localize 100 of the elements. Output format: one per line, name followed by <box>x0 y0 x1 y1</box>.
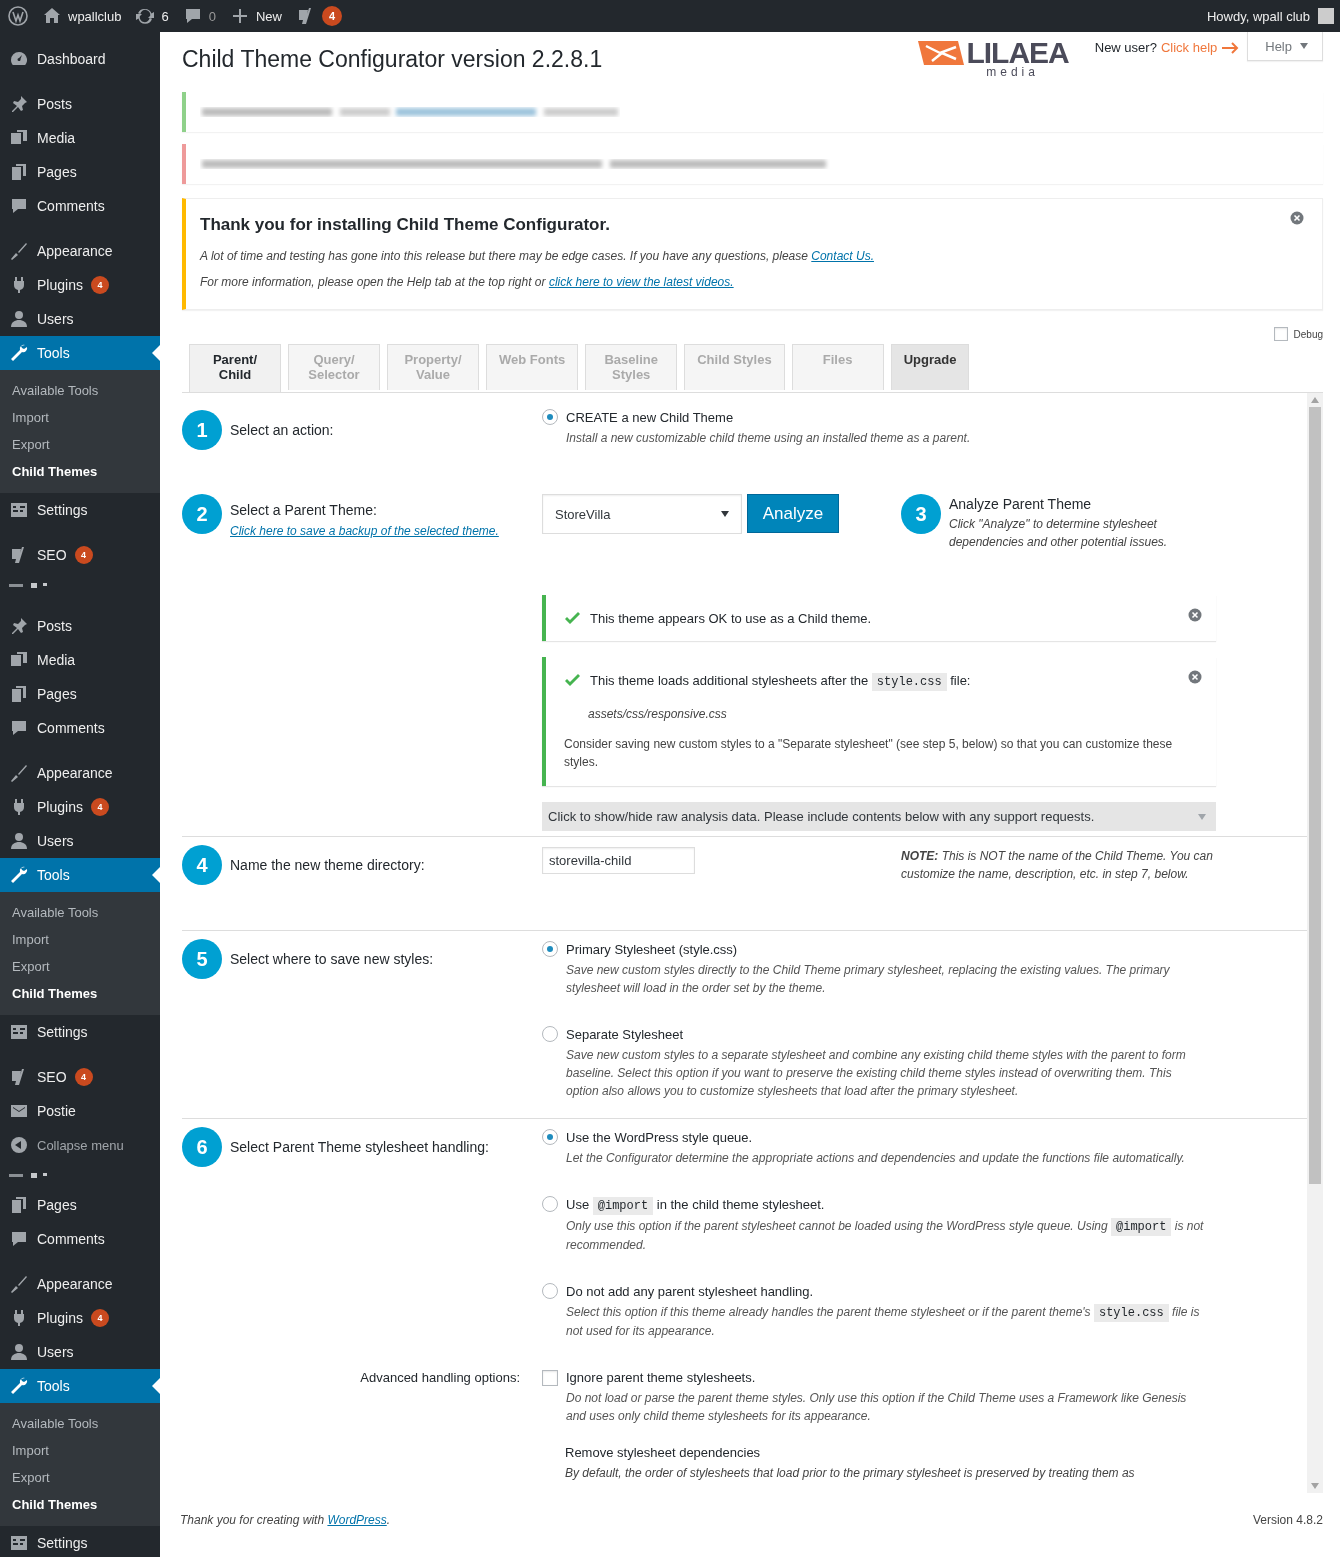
menu-item[interactable]: Pages <box>0 1188 160 1222</box>
menu-item[interactable]: Pages <box>0 155 160 189</box>
brush-icon <box>9 1274 29 1294</box>
count-badge: 4 <box>90 1309 109 1327</box>
close-icon[interactable] <box>1188 670 1202 684</box>
menu-item[interactable]: Tools <box>0 1369 160 1403</box>
submenu-item[interactable]: Child Themes <box>0 980 160 1007</box>
radio-button[interactable] <box>542 1129 558 1145</box>
menu-item[interactable]: Users <box>0 1335 160 1369</box>
radio-button[interactable] <box>542 1196 558 1212</box>
menu-item[interactable]: Settings <box>0 1015 160 1049</box>
menu-item[interactable]: SEO 4 <box>0 538 160 572</box>
input-field[interactable]: storevilla-child <box>542 847 695 874</box>
site-link[interactable]: wpallclub <box>42 6 122 26</box>
menu-item[interactable]: Settings <box>0 493 160 527</box>
help-prompt: New user? <box>1094 40 1157 55</box>
menu-item[interactable]: Posts <box>0 609 160 643</box>
radio-button[interactable] <box>542 1026 558 1042</box>
theme-select[interactable]: StoreVilla <box>542 494 742 534</box>
option-label: Use the WordPress style queue. <box>566 1130 754 1145</box>
menu-item[interactable]: Appearance <box>0 1267 160 1301</box>
greeting[interactable]: Howdy, wpall club <box>1206 8 1310 24</box>
submenu-item[interactable]: Export <box>0 431 160 458</box>
menu-item[interactable]: Users <box>0 302 160 336</box>
step-label: Name the new theme directory: <box>230 857 425 873</box>
menu-item[interactable]: Pages <box>0 677 160 711</box>
radio-button[interactable] <box>542 941 558 957</box>
scroll-up-icon[interactable] <box>1311 397 1319 403</box>
radio-button[interactable] <box>542 409 558 425</box>
settings-icon <box>9 500 29 520</box>
menu-item[interactable]: Comments <box>0 711 160 745</box>
link[interactable]: Contact Us. <box>811 249 874 263</box>
submenu-item[interactable]: Import <box>0 404 160 431</box>
menu-item[interactable]: Postie <box>0 1094 160 1128</box>
submenu-item[interactable]: Export <box>0 1464 160 1491</box>
menu-item[interactable]: Collapse menu <box>0 1128 160 1162</box>
wordpress-logo-icon[interactable] <box>8 6 28 26</box>
analyze-button[interactable]: Analyze <box>747 494 839 533</box>
menu-item[interactable]: Tools <box>0 336 160 370</box>
submenu-item[interactable]: Export <box>0 953 160 980</box>
menu-item[interactable]: Settings <box>0 1526 160 1557</box>
menu-item[interactable]: Plugins 4 <box>0 268 160 302</box>
file-path: assets/css/responsive.css <box>588 707 728 721</box>
submenu-item[interactable]: Available Tools <box>0 377 160 404</box>
notice-text: This theme loads additional stylesheets after the style.css file: <box>590 673 971 689</box>
menu-item[interactable]: Posts <box>0 87 160 121</box>
new-link[interactable]: New <box>229 6 282 26</box>
arrow-icon <box>1221 41 1240 54</box>
checkbox[interactable] <box>542 1370 558 1386</box>
submenu-item[interactable]: Import <box>0 1437 160 1464</box>
menu-item[interactable]: Comments <box>0 1222 160 1256</box>
menu-item[interactable]: Dashboard <box>0 42 160 76</box>
menu-item[interactable]: Media <box>0 121 160 155</box>
submenu-item[interactable]: Available Tools <box>0 1410 160 1437</box>
menu-item[interactable]: SEO 4 <box>0 1060 160 1094</box>
menu-item[interactable]: Comments <box>0 189 160 223</box>
menu-item[interactable]: Media <box>0 643 160 677</box>
updates-link[interactable]: 6 <box>135 6 169 26</box>
caret-icon <box>721 511 729 517</box>
link[interactable]: WordPress <box>327 1513 387 1527</box>
help-button[interactable]: Help <box>1247 32 1323 61</box>
option-label: Ignore parent theme stylesheets. <box>566 1370 757 1385</box>
menu-item[interactable]: Appearance <box>0 756 160 790</box>
close-icon[interactable] <box>1290 211 1304 225</box>
link[interactable]: click here to view the latest videos. <box>548 275 734 289</box>
option-description: Save new custom styles to a separate stylesheet and combine any existing child theme styles with the parent to form baseline. Select this option if you want to preserve the existing child theme styles instead of overwriting them. This option also allows you to customize stylesheets that load after the primary stylesheet. <box>566 1047 1187 1100</box>
field-label: Advanced handling options: <box>360 1370 520 1385</box>
scrollbar-thumb[interactable] <box>1309 407 1321 1184</box>
raw-data-toggle[interactable]: Click to show/hide raw analysis data. Please include contents below with any support requests. <box>542 802 1216 831</box>
submenu-item[interactable]: Child Themes <box>0 458 160 485</box>
menu-item[interactable]: Users <box>0 824 160 858</box>
step-description: Click "Analyze" to determine stylesheet dependencies and other potential issues. <box>949 516 1169 551</box>
user-icon <box>9 1342 29 1362</box>
brush-icon <box>9 241 29 261</box>
submenu-item[interactable]: Child Themes <box>0 1491 160 1518</box>
menu-item[interactable]: Plugins 4 <box>0 1301 160 1335</box>
tab[interactable]: Upgrade <box>890 344 970 390</box>
scroll-down-icon[interactable] <box>1311 1483 1319 1489</box>
caret-icon <box>1300 43 1308 49</box>
step-number: 3 <box>901 494 941 534</box>
submenu-item[interactable]: Import <box>0 926 160 953</box>
close-icon[interactable] <box>1188 608 1202 622</box>
radio-button[interactable] <box>542 1283 558 1299</box>
option-description: Save new custom styles directly to the Child Theme primary stylesheet, replacing the existing values. The primary stylesheet will load in the order set by the theme. <box>566 962 1171 997</box>
count-badge: 4 <box>74 546 93 564</box>
menu-item[interactable]: Tools <box>0 858 160 892</box>
tab[interactable]: Parent/ Child <box>189 344 281 392</box>
submenu-item[interactable]: Available Tools <box>0 899 160 926</box>
pages-icon <box>9 162 29 182</box>
option-label: Primary Stylesheet (style.css) <box>566 942 739 957</box>
menu-item[interactable]: Plugins 4 <box>0 790 160 824</box>
step-label: Select an action: <box>230 422 334 438</box>
menu-item[interactable]: Appearance <box>0 234 160 268</box>
scrollbar[interactable] <box>1307 393 1323 1493</box>
checkbox[interactable] <box>1273 327 1288 341</box>
comments-link[interactable]: 0 <box>182 6 216 26</box>
notice-text: Consider saving new custom styles to a "Separate stylesheet" (see step 5, below) so that you can customize these styles. <box>564 736 1174 771</box>
count-badge: 4 <box>90 798 109 816</box>
note-text: NOTE: This is NOT the name of the Child Theme. You can customize the name, description, etc. in step 7, below. <box>901 848 1214 883</box>
link[interactable]: Click here to save a backup of the selected theme. <box>230 524 499 538</box>
